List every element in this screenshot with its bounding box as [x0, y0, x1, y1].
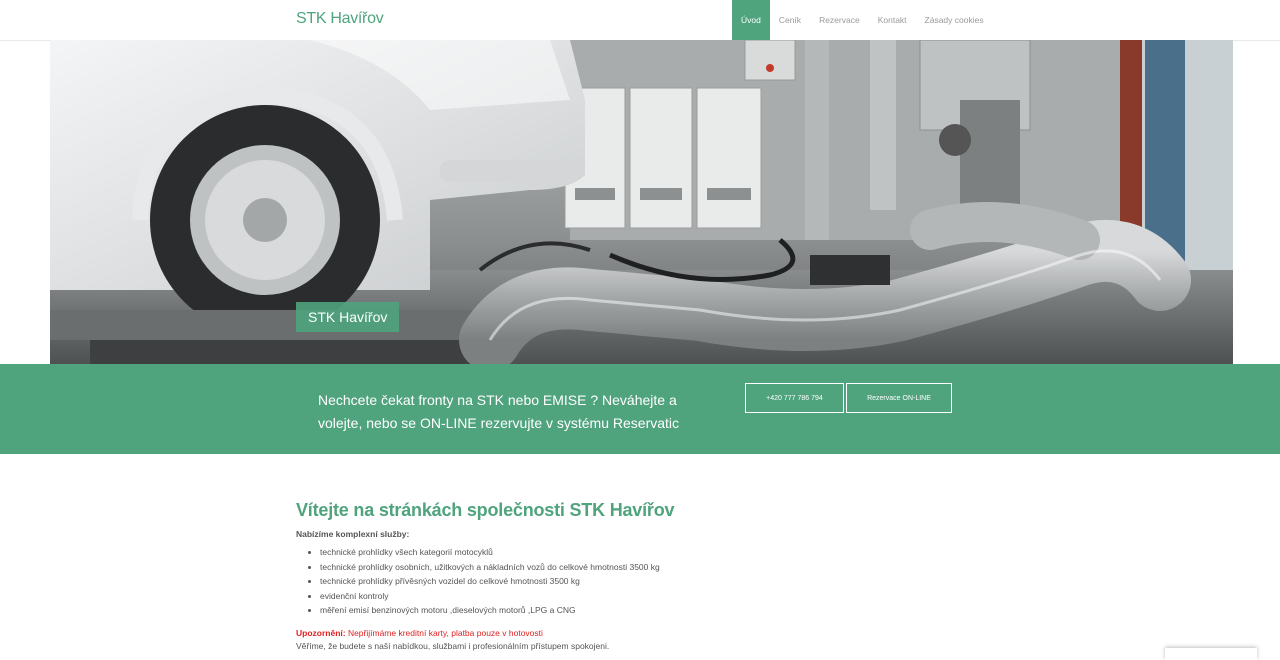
- main-content: Vítejte na stránkách společnosti STK Hav…: [296, 500, 936, 651]
- cta-text: Nechcete čekat fronty na STK nebo EMISE …: [318, 392, 680, 431]
- nav-item-uvod[interactable]: Úvod: [732, 0, 770, 40]
- services-subtitle: Nabízíme komplexní služby:: [296, 529, 410, 539]
- cta-banner: Nechcete čekat fronty na STK nebo EMISE …: [0, 364, 1280, 454]
- brand-logo-link[interactable]: STK Havířov: [296, 10, 384, 28]
- warning-label: Upozornění:: [296, 627, 346, 638]
- closing-text: Věříme, že budete s naší nabídkou, služb…: [296, 640, 610, 651]
- list-item: technické prohlídky osobních, užitkových…: [320, 560, 936, 575]
- nav-item-cenik[interactable]: Ceník: [770, 0, 810, 40]
- services-list: technické prohlídky všech kategorií moto…: [296, 545, 936, 618]
- phone-button[interactable]: +420 777 786 794: [745, 383, 844, 413]
- nav-item-zasady-cookies[interactable]: Zásady cookies: [916, 0, 993, 40]
- cookie-widget[interactable]: [1165, 648, 1257, 660]
- hero-image: STK Havířov: [50, 40, 1233, 364]
- top-navbar: STK Havířov Úvod Ceník Rezervace Kontakt…: [0, 0, 1280, 41]
- hero-badge: STK Havířov: [296, 302, 400, 332]
- hero-garage-illustration: [50, 40, 1233, 364]
- main-nav: Úvod Ceník Rezervace Kontakt Zásady cook…: [732, 0, 993, 40]
- list-item: měření emisí benzinových motoru ,dieselo…: [320, 603, 936, 618]
- warning-text: Nepřijímáme kreditní karty, platba pouze…: [345, 627, 543, 638]
- page-title: Vítejte na stránkách společnosti STK Hav…: [296, 500, 675, 520]
- list-item: technické prohlídky všech kategorií moto…: [320, 545, 936, 560]
- nav-item-kontakt[interactable]: Kontakt: [869, 0, 916, 40]
- payment-warning: Upozornění: Nepřijímáme kreditní karty, …: [296, 628, 936, 638]
- reserve-online-button[interactable]: Rezervace ON-LINE: [846, 383, 952, 413]
- nav-item-rezervace[interactable]: Rezervace: [810, 0, 869, 40]
- list-item: evidenční kontroly: [320, 589, 936, 604]
- list-item: technické prohlídky přívěsných vozidel d…: [320, 574, 936, 589]
